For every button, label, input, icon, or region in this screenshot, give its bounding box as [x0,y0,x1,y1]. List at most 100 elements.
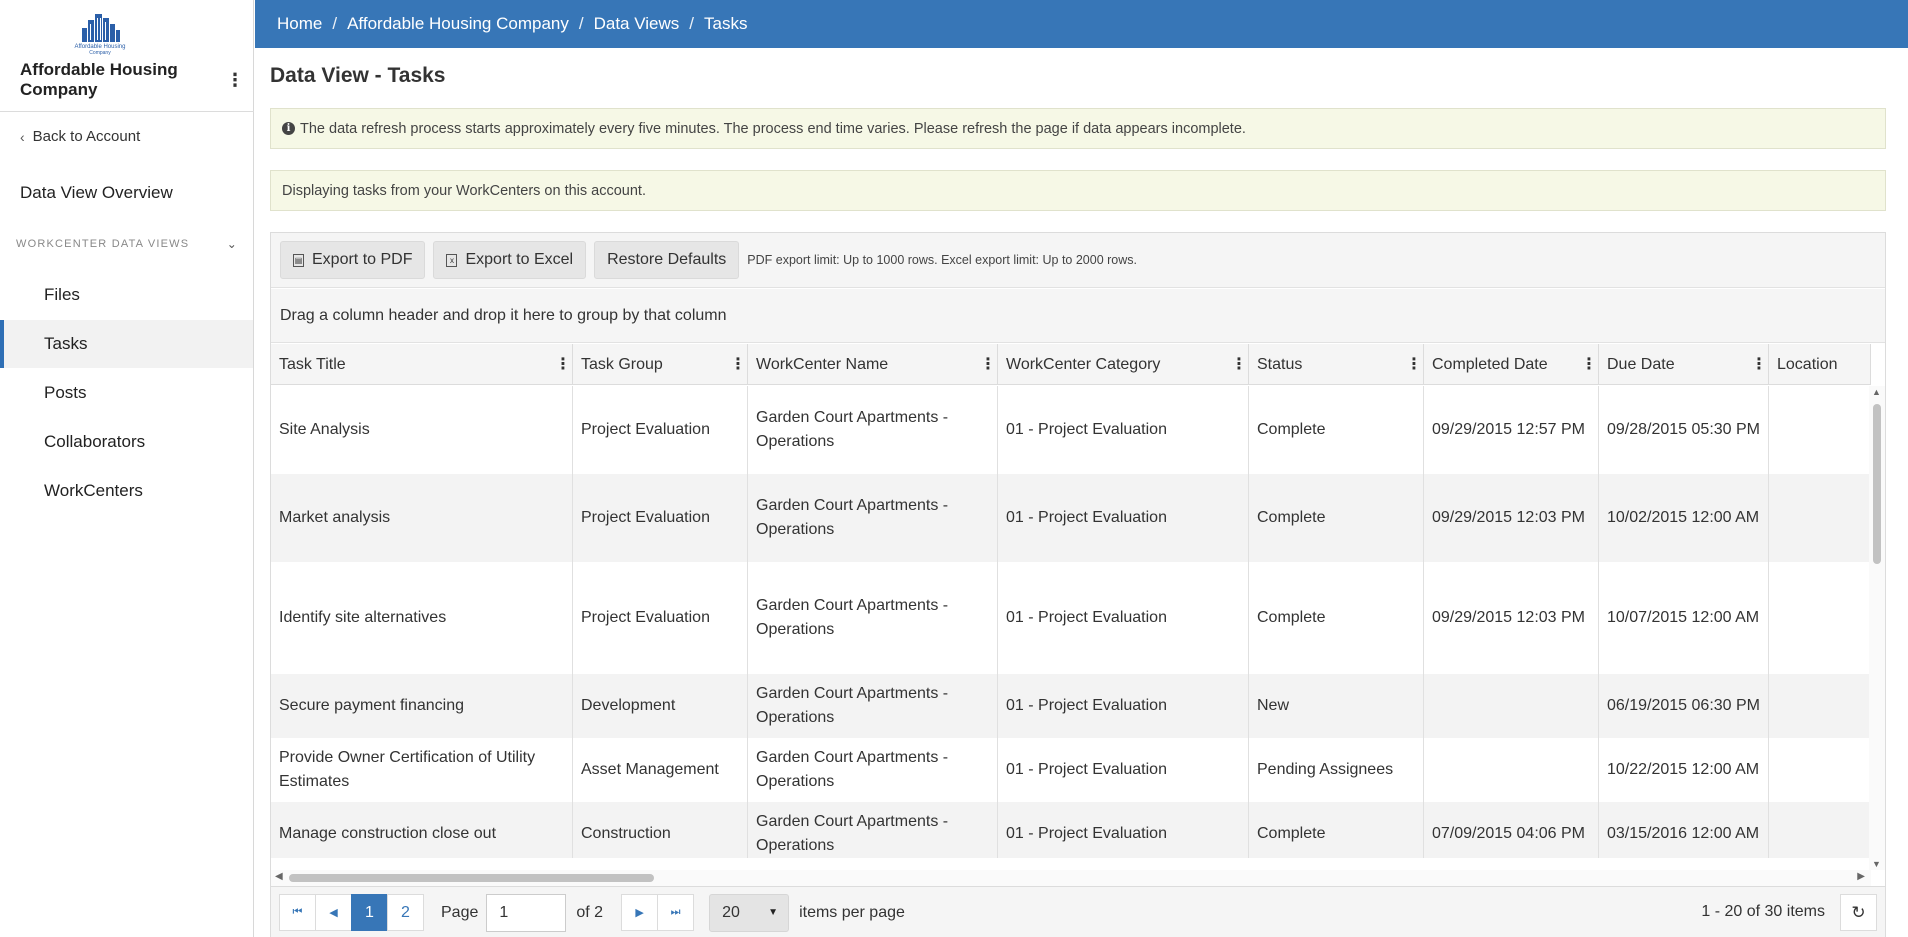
scroll-right-icon[interactable]: ▶ [1857,871,1865,882]
column-menu-icon[interactable]: ⋮ [980,356,996,373]
sidebar-item-workcenters[interactable]: WorkCenters [0,467,253,515]
table-row[interactable]: Identify site alternatives Project Evalua… [271,562,1871,674]
page-size-select[interactable]: 20 ▼ [709,893,790,932]
sidebar-item-posts[interactable]: Posts [0,369,253,417]
column-header-task-title[interactable]: Task Title ⋮ [271,344,573,384]
back-to-account-link[interactable]: ‹ Back to Account [20,128,140,145]
vertical-scrollbar[interactable]: ▲ ▼ [1869,386,1885,870]
table-cell [1769,562,1871,674]
refresh-notice-text: The data refresh process starts approxim… [300,120,1246,137]
page-title: Data View - Tasks [270,64,446,87]
section-label: WORKCENTER DATA VIEWS [16,238,190,250]
export-pdf-button[interactable]: ▤ Export to PDF [280,241,426,279]
table-cell [1769,386,1871,474]
table-cell [1424,738,1599,802]
table-cell: 10/22/2015 12:00 AM [1599,738,1769,802]
table-cell: 01 - Project Evaluation [998,738,1249,802]
group-drop-area[interactable]: Drag a column header and drop it here to… [271,289,1885,343]
table-body: Site Analysis Project Evaluation Garden Co… [271,386,1871,858]
sidebar: Affordable Housing Company Affordable Ho… [0,0,254,937]
workcenter-data-views-section[interactable]: WORKCENTER DATA VIEWS ⌄ [16,237,238,251]
refresh-icon: ↻ [1851,902,1866,922]
table-cell: Manage construction close out [271,802,573,858]
table-row[interactable]: Site Analysis Project Evaluation Garden Co… [271,386,1871,474]
sidebar-item-files[interactable]: Files [0,271,253,319]
column-header-label: Due Date [1607,355,1675,373]
table-cell: 01 - Project Evaluation [998,562,1249,674]
first-page-icon: ⏮ [292,906,303,918]
table-cell: 01 - Project Evaluation [998,802,1249,858]
breadcrumb-home[interactable]: Home [277,14,322,34]
column-header-workcenter-name[interactable]: WorkCenter Name ⋮ [748,344,998,384]
first-page-button[interactable]: ⏮ [279,894,316,931]
table-cell: Secure payment financing [271,674,573,738]
pager-range-info: 1 - 20 of 30 items [1701,903,1825,920]
page-button-1[interactable]: 1 [351,894,388,931]
table-row[interactable]: Market analysis Project Evaluation Garden … [271,474,1871,562]
table-cell: 09/28/2015 05:30 PM [1599,386,1769,474]
refresh-button[interactable]: ↻ [1840,894,1877,931]
column-menu-icon[interactable]: ⋮ [1581,356,1597,373]
column-header-task-group[interactable]: Task Group ⋮ [573,344,748,384]
column-menu-icon[interactable]: ⋮ [1231,356,1247,373]
sidebar-item-label: Files [44,285,80,304]
pager: ⏮ ◀ 1 2 Page of 2 ▶ ⏭ 20 ▼ items per pag… [271,886,1885,937]
column-menu-icon[interactable]: ⋮ [1751,356,1767,373]
breadcrumb-data-views[interactable]: Data Views [594,14,680,34]
column-menu-icon[interactable]: ⋮ [1406,356,1422,373]
breadcrumb-account[interactable]: Affordable Housing Company [347,14,569,34]
table-cell: New [1249,674,1424,738]
last-page-button[interactable]: ⏭ [657,894,695,931]
column-header-due-date[interactable]: Due Date ⋮ [1599,344,1769,384]
breadcrumb: Home / Affordable Housing Company / Data… [255,0,1908,48]
org-menu-icon[interactable]: ⋮ [226,70,244,90]
page-size-value: 20 [722,903,740,921]
prev-page-button[interactable]: ◀ [315,894,352,931]
column-header-location[interactable]: Location [1769,344,1871,384]
data-view-overview-link[interactable]: Data View Overview [20,183,173,203]
sidebar-item-collaborators[interactable]: Collaborators [0,418,253,466]
company-logo[interactable]: Affordable Housing Company [72,10,128,56]
scroll-down-icon[interactable]: ▼ [1872,859,1881,869]
vertical-scroll-thumb[interactable] [1873,404,1881,564]
table-cell: 09/29/2015 12:03 PM [1424,562,1599,674]
last-page-icon: ⏭ [670,906,681,918]
table-cell: Provide Owner Certification of Utility E… [271,738,573,802]
scroll-left-icon[interactable]: ◀ [275,871,283,882]
page-number-input[interactable] [486,893,567,932]
column-menu-icon[interactable]: ⋮ [730,356,746,373]
refresh-notice: i The data refresh process starts approx… [270,108,1886,149]
tasks-grid: ▤ Export to PDF x Export to Excel Restor… [270,232,1886,937]
table-cell: Construction [573,802,748,858]
table-cell: Project Evaluation [573,386,748,474]
restore-defaults-button[interactable]: Restore Defaults [594,241,740,279]
breadcrumb-separator: / [689,14,695,33]
column-menu-icon[interactable]: ⋮ [555,356,571,373]
column-header-completed-date[interactable]: Completed Date ⋮ [1424,344,1599,384]
caret-down-icon: ▼ [768,907,779,918]
breadcrumb-separator: / [332,14,338,33]
scroll-up-icon[interactable]: ▲ [1872,387,1881,397]
column-header-label: Completed Date [1432,355,1548,373]
table-cell: Site Analysis [271,386,573,474]
table-row[interactable]: Manage construction close out Constructio… [271,802,1871,858]
page-button-2[interactable]: 2 [387,894,424,931]
org-name: Affordable Housing Company [20,60,178,99]
next-page-button[interactable]: ▶ [621,894,659,931]
table-row[interactable]: Secure payment financing Development Garde… [271,674,1871,738]
prev-page-icon: ◀ [329,907,338,919]
table-row[interactable]: Provide Owner Certification of Utility E… [271,738,1871,802]
horizontal-scroll-thumb[interactable] [289,874,654,882]
next-page-icon: ▶ [635,907,644,919]
column-header-workcenter-category[interactable]: WorkCenter Category ⋮ [998,344,1249,384]
scope-notice-text: Displaying tasks from your WorkCenters o… [282,182,646,199]
sidebar-item-tasks[interactable]: Tasks [0,320,253,368]
excel-file-icon: x [446,253,458,267]
table-header: Task Title ⋮ Task Group ⋮ WorkCenter Name ⋮… [271,344,1871,385]
horizontal-scrollbar[interactable]: ◀ ▶ [271,870,1871,886]
sidebar-item-label: Tasks [44,334,88,353]
table-cell [1769,674,1871,738]
export-excel-button[interactable]: x Export to Excel [433,241,587,279]
table-cell: 01 - Project Evaluation [998,386,1249,474]
column-header-status[interactable]: Status ⋮ [1249,344,1424,384]
